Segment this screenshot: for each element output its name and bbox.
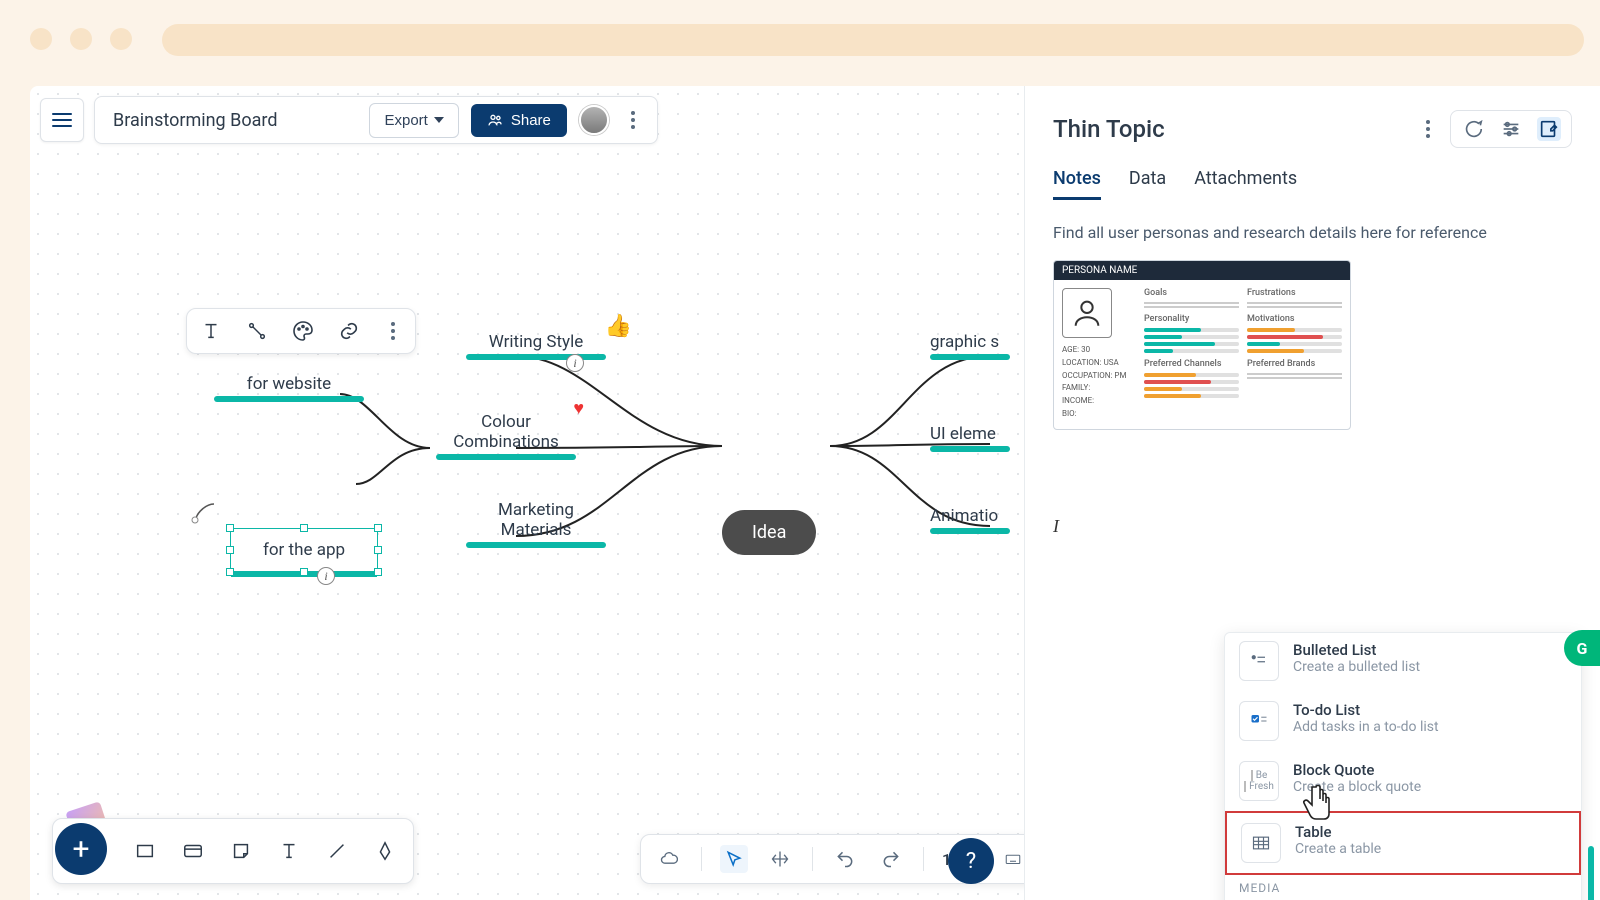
panel-title: Thin Topic [1053, 115, 1165, 143]
top-toolbar: Brainstorming Board Export Share [40, 96, 658, 144]
mindmap-center-node[interactable]: Idea [722, 510, 816, 555]
floating-format-toolbar [186, 308, 416, 354]
title-bar: Brainstorming Board Export Share [94, 96, 658, 144]
text-tool[interactable] [197, 317, 225, 345]
node-writing-style[interactable]: Writing Style 👍 i [466, 332, 606, 360]
user-avatar[interactable] [579, 105, 609, 135]
note-body-text[interactable]: Find all user personas and research deta… [1053, 223, 1572, 242]
mindmap-connectors [30, 86, 1030, 886]
dd-bulleted-list[interactable]: Bulleted ListCreate a bulleted list [1225, 637, 1581, 691]
insert-block-dropdown: Bulleted ListCreate a bulleted list To-d… [1224, 632, 1582, 900]
main-menu-button[interactable] [40, 98, 84, 142]
quote-icon: BeFresh [1239, 761, 1279, 801]
scrollbar-indicator[interactable] [1588, 846, 1594, 900]
people-icon [487, 112, 503, 128]
caret-down-icon [434, 117, 444, 123]
help-button[interactable]: ? [948, 838, 994, 884]
settings-sliders-icon[interactable] [1499, 117, 1523, 141]
format-more-button[interactable] [381, 322, 405, 340]
color-tool[interactable] [289, 317, 317, 345]
line-shape[interactable] [323, 837, 351, 865]
browser-url-bar [162, 24, 1584, 56]
info-icon[interactable]: i [317, 567, 335, 585]
undo-button[interactable] [831, 845, 859, 873]
node-marketing-materials[interactable]: MarketingMaterials [466, 500, 606, 548]
dd-block-quote[interactable]: BeFresh Block QuoteCreate a block quote [1225, 751, 1581, 811]
board-title[interactable]: Brainstorming Board [113, 110, 277, 131]
comments-icon[interactable] [1461, 117, 1485, 141]
keyboard-icon[interactable] [999, 845, 1027, 873]
shape-sticky[interactable] [227, 837, 255, 865]
g2-badge[interactable]: G [1564, 630, 1600, 666]
todo-list-icon [1239, 701, 1279, 741]
pan-tool[interactable] [766, 845, 794, 873]
text-shape[interactable] [275, 837, 303, 865]
export-button[interactable]: Export [369, 103, 458, 138]
bulleted-list-icon [1239, 641, 1279, 681]
cloud-sync-icon[interactable] [655, 845, 683, 873]
text-cursor: I [1053, 516, 1059, 537]
table-icon [1241, 823, 1281, 863]
more-menu-button[interactable] [621, 111, 645, 129]
select-tool[interactable] [720, 845, 748, 873]
shape-rect[interactable] [131, 837, 159, 865]
person-icon [1062, 288, 1112, 338]
persona-preview-card[interactable]: PERSONA NAME AGE: 30LOCATION: USAOCCUPAT… [1053, 260, 1351, 430]
shape-card[interactable] [179, 837, 207, 865]
persona-header: PERSONA NAME [1054, 261, 1350, 280]
thumbs-up-icon: 👍 [605, 314, 632, 339]
app-frame: Brainstorming Board Export Share Idea Wr… [30, 86, 1600, 900]
share-button[interactable]: Share [471, 104, 567, 137]
link-tool[interactable] [335, 317, 363, 345]
panel-tabs: Notes Data Attachments [1053, 168, 1572, 201]
info-icon[interactable]: i [566, 354, 584, 372]
dd-category-media: MEDIA [1225, 875, 1581, 897]
tab-notes[interactable]: Notes [1053, 168, 1101, 200]
node-for-the-app-selected[interactable]: for the app i [230, 528, 378, 572]
side-panel: Thin Topic Notes Data Attachments Find a… [1024, 86, 1600, 900]
panel-more-button[interactable] [1416, 120, 1440, 138]
pen-shape[interactable] [371, 837, 399, 865]
tab-attachments[interactable]: Attachments [1194, 168, 1297, 200]
panel-mode-switch [1450, 110, 1572, 148]
heart-icon: ♥ [573, 398, 584, 419]
connector-tool[interactable] [243, 317, 271, 345]
add-button[interactable]: + [55, 823, 107, 875]
redo-button[interactable] [877, 845, 905, 873]
node-colour-combinations[interactable]: ColourCombinations ♥ [436, 412, 576, 460]
dd-table[interactable]: TableCreate a table [1225, 811, 1581, 875]
shape-toolbar: + [52, 818, 414, 884]
dd-todo-list[interactable]: To-do ListAdd tasks in a to-do list [1225, 691, 1581, 751]
node-for-website[interactable]: for website [214, 374, 364, 402]
notes-edit-icon[interactable] [1537, 117, 1561, 141]
tab-data[interactable]: Data [1129, 168, 1166, 200]
